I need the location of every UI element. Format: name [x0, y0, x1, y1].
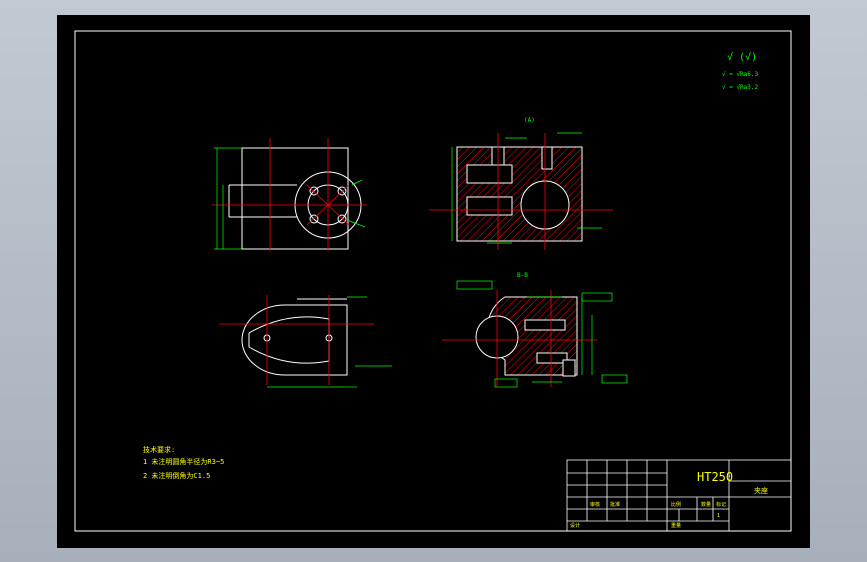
title-block — [566, 459, 792, 532]
svg-text:技术要求:: 技术要求: — [143, 445, 175, 454]
svg-text:2 未注明倒角为C1.5: 2 未注明倒角为C1.5 — [143, 471, 210, 480]
roughness-symbol-group: √ (√) √ = √Ra6.3 √ = √Ra3.2 — [722, 51, 759, 91]
tb-sheet-num: 1 — [717, 513, 720, 519]
part-name-label: 夹座 — [754, 486, 768, 495]
tb-design-label: 设计 — [570, 522, 580, 529]
cad-drawing: √ (√) √ = √Ra6.3 √ = √Ra3.2 (A) B-B 技术要求… — [74, 30, 792, 532]
tb-weight-label: 重量 — [671, 522, 681, 529]
front-view — [228, 147, 362, 250]
tb-mark-label: 标记 — [716, 501, 726, 508]
svg-text:√ = √Ra6.3: √ = √Ra6.3 — [722, 71, 759, 78]
section-a-view — [456, 146, 583, 242]
section-b-label: B-B — [517, 272, 528, 279]
tb-approve-label: 批准 — [610, 501, 620, 508]
svg-text:√ (√): √ (√) — [727, 51, 757, 63]
top-view — [241, 298, 348, 376]
svg-text:√ = √Ra3.2: √ = √Ra3.2 — [722, 84, 759, 91]
svg-text:1 未注明圆角半径为R3~5: 1 未注明圆角半径为R3~5 — [143, 457, 224, 466]
drawing-sheet: √ (√) √ = √Ra6.3 √ = √Ra3.2 (A) B-B 技术要求… — [57, 15, 810, 548]
tb-qty-label: 数量 — [701, 501, 711, 508]
technical-requirements: 技术要求: 1 未注明圆角半径为R3~5 2 未注明倒角为C1.5 — [143, 445, 224, 480]
front-view-dims — [214, 147, 366, 250]
tb-check-label: 审核 — [590, 501, 600, 508]
tb-scale-label: 比例 — [671, 501, 681, 508]
drawing-frame — [74, 30, 792, 532]
section-a-label: (A) — [524, 117, 535, 124]
material-label: HT250 — [697, 470, 733, 484]
section-b-view — [475, 296, 578, 377]
